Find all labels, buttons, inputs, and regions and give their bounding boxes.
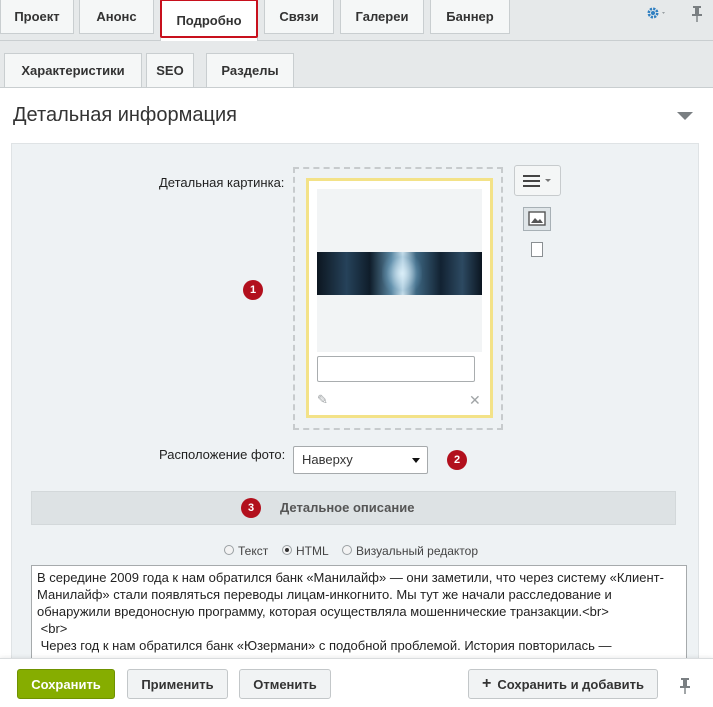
tab-label: Галереи xyxy=(355,9,409,24)
tab-label: SEO xyxy=(156,63,184,78)
delete-cross-icon[interactable]: ✕ xyxy=(469,392,481,409)
photo-position-select[interactable]: Наверху xyxy=(293,446,428,474)
photo-highlight xyxy=(382,252,422,295)
image-glyph-icon xyxy=(528,211,546,226)
tab-links[interactable]: Связи xyxy=(264,0,334,34)
edit-pencil-icon[interactable]: ✎ xyxy=(317,392,328,408)
tab-label: Баннер xyxy=(446,9,494,24)
cancel-label: Отменить xyxy=(253,676,317,692)
apply-button[interactable]: Применить xyxy=(127,669,228,699)
image-description-input[interactable] xyxy=(317,356,475,382)
footer-pin-icon[interactable] xyxy=(678,677,692,698)
tab-project[interactable]: Проект xyxy=(0,0,74,34)
tab-galleries[interactable]: Галереи xyxy=(340,0,424,34)
cancel-button[interactable]: Отменить xyxy=(239,669,331,699)
radio-text-label: Текст xyxy=(238,544,269,558)
radio-html-label: HTML xyxy=(296,544,329,558)
detail-image-label: Детальная картинка: xyxy=(159,175,285,190)
photo-position-label: Расположение фото: xyxy=(159,447,286,462)
file-upload-icon[interactable] xyxy=(531,242,543,257)
sub-tabs-bar: Характеристики SEO Разделы xyxy=(0,41,713,88)
save-button[interactable]: Сохранить xyxy=(17,669,115,699)
radio-visual-editor-label: Визуальный редактор xyxy=(356,544,479,558)
apply-label: Применить xyxy=(141,676,214,692)
save-and-add-label: Сохранить и добавить xyxy=(497,676,644,692)
tab-characteristics[interactable]: Характеристики xyxy=(4,53,142,87)
description-textarea[interactable]: В середине 2009 года к нам обратился бан… xyxy=(31,565,687,665)
radio-text[interactable] xyxy=(224,545,234,555)
dropdown-arrow-icon xyxy=(412,458,420,463)
settings-gear-icon[interactable] xyxy=(646,6,668,23)
tab-label: Характеристики xyxy=(21,63,125,78)
step-badge-3: 3 xyxy=(241,498,261,518)
save-and-add-button[interactable]: + Сохранить и добавить xyxy=(468,669,658,699)
image-upload-icon[interactable] xyxy=(523,207,551,231)
active-tab-highlight xyxy=(160,0,258,38)
description-title: Детальное описание xyxy=(280,500,415,515)
image-menu-button[interactable] xyxy=(514,165,561,196)
tab-seo[interactable]: SEO xyxy=(146,53,194,87)
main-tabs-bar: Проект Анонс Подробно Связи Галереи Банн… xyxy=(0,0,713,41)
save-label: Сохранить xyxy=(31,676,101,692)
tab-label: Разделы xyxy=(221,63,279,78)
hamburger-icon xyxy=(523,175,551,187)
tab-label: Связи xyxy=(279,9,319,24)
tab-announce[interactable]: Анонс xyxy=(79,0,154,34)
photo-position-value: Наверху xyxy=(302,452,353,467)
tab-label: Анонс xyxy=(96,9,137,24)
radio-visual-editor[interactable] xyxy=(342,545,352,555)
pin-icon[interactable] xyxy=(690,5,704,26)
radio-html[interactable] xyxy=(282,545,292,555)
step-badge-2: 2 xyxy=(447,450,467,470)
tab-sections[interactable]: Разделы xyxy=(206,53,294,87)
step-badge-1: 1 xyxy=(243,280,263,300)
plus-icon: + xyxy=(482,675,492,692)
tab-label: Проект xyxy=(14,9,60,24)
collapse-arrow-icon[interactable] xyxy=(677,112,693,120)
tab-banner[interactable]: Баннер xyxy=(430,0,510,34)
section-title: Детальная информация xyxy=(13,104,237,126)
